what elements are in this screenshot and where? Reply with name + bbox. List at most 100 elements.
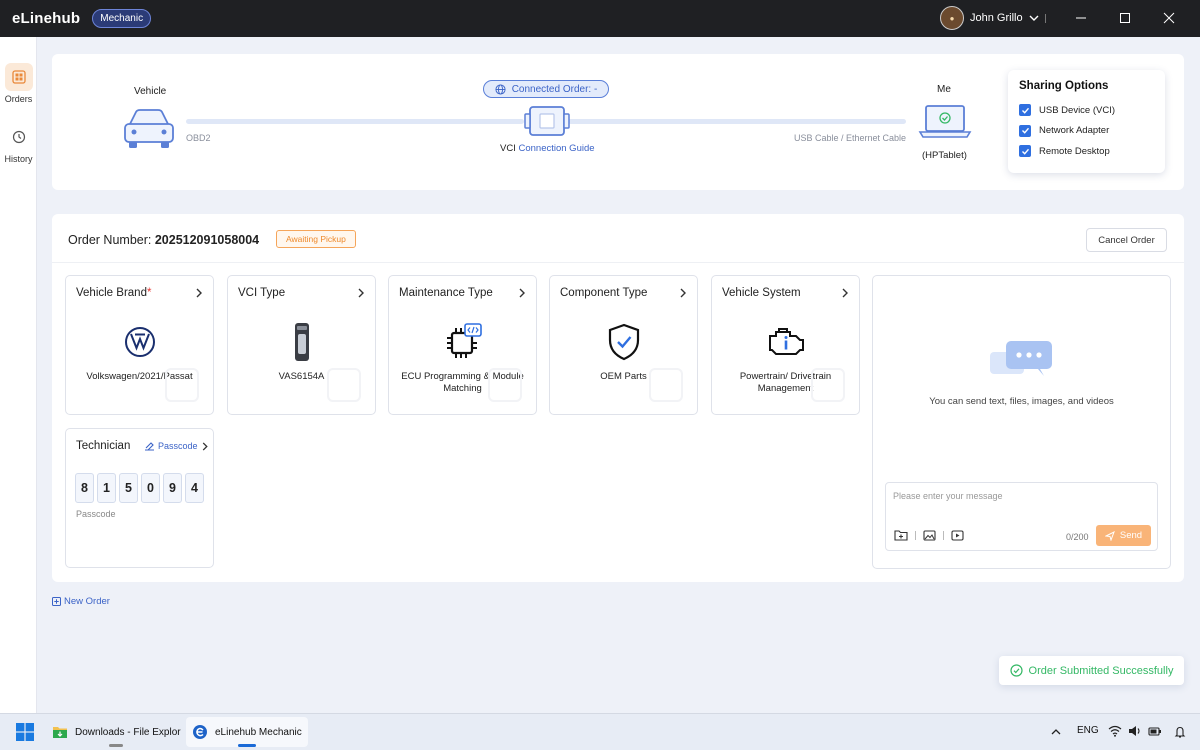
history-icon (5, 123, 33, 151)
toast-message: Order Submitted Successfully (1028, 664, 1174, 677)
minimize-icon (1076, 17, 1086, 19)
nav-item-history[interactable]: History (0, 123, 37, 164)
me-label: Me (937, 84, 951, 95)
nav-label: History (4, 154, 33, 164)
sharing-option-usb[interactable]: USB Device (VCI) (1019, 100, 1154, 121)
chevron-down-icon (1029, 15, 1039, 21)
new-order-link[interactable]: New Order (52, 596, 110, 607)
sharing-option-label: Remote Desktop (1039, 145, 1110, 157)
chevron-right-icon (680, 288, 686, 298)
chevron-right-icon (519, 288, 525, 298)
tile-vehicle-brand[interactable]: Vehicle Brand* Volkswagen/2021/Passat (65, 275, 214, 415)
tile-watermark (811, 368, 845, 402)
device-label: (HPTablet) (922, 150, 967, 161)
tile-title: VCI Type (238, 287, 286, 299)
order-number-label: Order Number: (68, 233, 152, 247)
tile-watermark (649, 368, 683, 402)
ecu-chip-icon (446, 323, 482, 358)
tile-watermark (165, 368, 199, 402)
minimize-button[interactable] (1072, 9, 1090, 27)
passcode-caption: Passcode (76, 509, 116, 519)
order-number-value: 202512091058004 (154, 233, 260, 247)
passcode-digit: 1 (97, 473, 116, 503)
taskbar-indicator (109, 744, 124, 747)
message-input[interactable]: Please enter your message 0/200 Send (885, 482, 1158, 551)
chevron-right-icon (358, 288, 364, 298)
order-number: Order Number: 202512091058004 (68, 233, 259, 247)
taskbar-app-file-explorer[interactable]: Downloads - File Explor (46, 717, 187, 747)
video-icon[interactable] (951, 529, 964, 541)
new-order-label: New Order (64, 596, 110, 607)
sharing-option-network[interactable]: Network Adapter (1019, 121, 1154, 142)
cancel-order-button[interactable]: Cancel Order (1086, 228, 1167, 252)
connected-order-pill[interactable]: Connected Order: - (483, 80, 609, 98)
taskbar: Downloads - File Explor eLinehub Mechani… (0, 713, 1200, 750)
vehicle-label: Vehicle (134, 86, 167, 97)
attach-file-icon[interactable] (894, 529, 908, 541)
connected-order-text: Connected Order: - (511, 83, 598, 95)
checkbox-checked-icon[interactable] (1019, 104, 1031, 117)
battery-icon[interactable] (1148, 725, 1162, 737)
window-separator (1045, 14, 1046, 23)
passcode-digits: 8 1 5 0 9 4 (75, 473, 204, 503)
avatar: ● (940, 6, 964, 30)
sharing-option-remote[interactable]: Remote Desktop (1019, 141, 1154, 162)
sharing-option-label: USB Device (VCI) (1039, 104, 1116, 116)
image-icon[interactable] (923, 529, 936, 541)
checkbox-checked-icon[interactable] (1019, 124, 1031, 137)
chevron-right-icon (202, 441, 208, 451)
chat-panel: You can send text, files, images, and vi… (872, 275, 1171, 569)
sharing-options-panel: Sharing Options USB Device (VCI) Network… (1008, 70, 1165, 173)
globe-icon (495, 83, 506, 95)
tool-separator (915, 530, 916, 540)
status-badge: Awaiting Pickup (276, 230, 356, 248)
user-menu[interactable]: ● John Grillo (940, 6, 1039, 30)
close-button[interactable] (1160, 9, 1178, 27)
tile-component-type[interactable]: Component Type OEM Parts (549, 275, 698, 415)
taskbar-app-label: eLinehub Mechanic (215, 726, 302, 738)
folder-icon (53, 727, 67, 738)
laptop-icon (918, 105, 972, 138)
volume-icon[interactable] (1128, 725, 1142, 737)
maximize-button[interactable] (1116, 9, 1134, 27)
connection-guide-link[interactable]: Connection Guide (518, 143, 594, 154)
passcode-link[interactable]: Passcode (144, 441, 209, 451)
send-button[interactable]: Send (1096, 525, 1151, 546)
tile-vci-type[interactable]: VCI Type VAS6154A (227, 275, 376, 415)
car-icon (124, 109, 174, 148)
sharing-option-label: Network Adapter (1039, 125, 1110, 137)
plus-square-icon (52, 597, 61, 606)
checkbox-checked-icon[interactable] (1019, 145, 1031, 158)
orders-icon (4, 63, 33, 91)
check-circle-icon (1009, 664, 1023, 677)
taskbar-app-elinehub[interactable]: eLinehub Mechanic (186, 717, 308, 747)
tile-vehicle-system[interactable]: Vehicle System Powertrain/ Drivetrain Ma… (711, 275, 860, 415)
user-name: John Grillo (970, 12, 1023, 24)
cable-label: USB Cable / Ethernet Cable (794, 133, 907, 143)
elinehub-app-icon (193, 725, 207, 739)
notification-bell-icon[interactable] (1173, 725, 1187, 739)
order-card: Order Number: 202512091058004 Awaiting P… (52, 214, 1184, 582)
vci-device-icon (294, 323, 309, 361)
passcode-digit: 5 (119, 473, 138, 503)
tile-title: Technician (76, 440, 131, 452)
divider (52, 262, 1184, 263)
chevron-right-icon (196, 288, 202, 298)
edit-passcode-icon (145, 441, 154, 451)
tile-title: Vehicle Brand* (76, 287, 152, 299)
windows-start-icon[interactable] (16, 723, 34, 741)
taskbar-app-label: Downloads - File Explor (75, 726, 181, 738)
passcode-link-label: Passcode (158, 441, 198, 451)
passcode-digit: 0 (141, 473, 160, 503)
chevron-up-icon[interactable] (1051, 728, 1061, 736)
tile-watermark (488, 368, 522, 402)
wifi-icon[interactable] (1108, 725, 1122, 737)
nav-item-orders[interactable]: Orders (0, 63, 37, 104)
shield-check-icon (608, 323, 639, 361)
language-indicator[interactable]: ENG (1077, 725, 1099, 736)
close-icon (1163, 12, 1175, 24)
tile-maintenance-type[interactable]: Maintenance Type ECU Programming & Modul… (388, 275, 537, 415)
passcode-digit: 4 (185, 473, 204, 503)
vci-guide: VCI Connection Guide (500, 143, 595, 154)
chevron-right-icon (842, 288, 848, 298)
